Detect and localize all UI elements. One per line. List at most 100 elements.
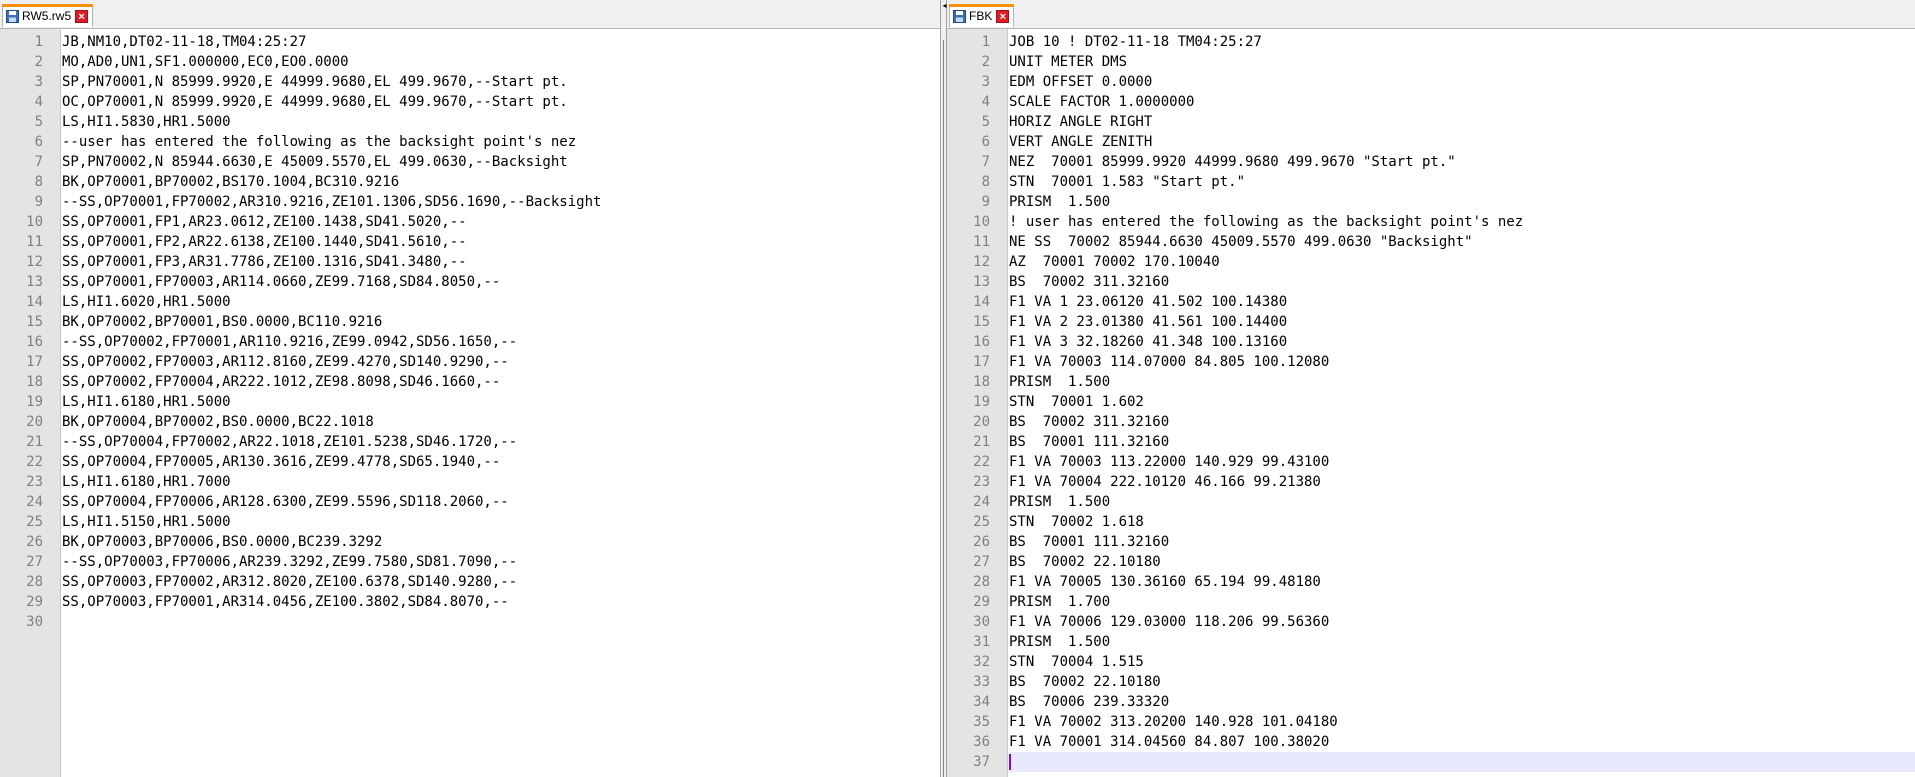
editor-line[interactable]: 12 SS,OP70001,FP3,AR31.7786,ZE100.1316,SD… xyxy=(0,252,940,272)
editor-line[interactable]: 4 SCALE FACTOR 1.0000000 xyxy=(947,92,1915,112)
editor-line[interactable]: 1 JOB 10 ! DT02-11-18 TM04:25:27 xyxy=(947,32,1915,52)
line-text[interactable]: STN 70004 1.515 xyxy=(1009,652,1915,672)
line-text[interactable]: SS,OP70001,FP2,AR22.6138,ZE100.1440,SD41… xyxy=(62,232,940,252)
right-text-editor[interactable]: 1 JOB 10 ! DT02-11-18 TM04:25:27 2 UNIT MET… xyxy=(947,29,1915,777)
editor-line[interactable]: 13 SS,OP70001,FP70003,AR114.0660,ZE99.716… xyxy=(0,272,940,292)
editor-line[interactable]: 11 SS,OP70001,FP2,AR22.6138,ZE100.1440,SD… xyxy=(0,232,940,252)
editor-line[interactable]: 26 BK,OP70003,BP70006,BS0.0000,BC239.3292 xyxy=(0,532,940,552)
editor-line[interactable]: 4 OC,OP70001,N 85999.9920,E 44999.9680,EL… xyxy=(0,92,940,112)
line-text[interactable]: SS,OP70001,FP1,AR23.0612,ZE100.1438,SD41… xyxy=(62,212,940,232)
editor-line[interactable]: 18 SS,OP70002,FP70004,AR222.1012,ZE98.809… xyxy=(0,372,940,392)
line-text[interactable]: SP,PN70001,N 85999.9920,E 44999.9680,EL … xyxy=(62,72,940,92)
editor-line[interactable]: 34 BS 70006 239.33320 xyxy=(947,692,1915,712)
line-text[interactable]: PRISM 1.500 xyxy=(1009,192,1915,212)
editor-line[interactable]: 15 BK,OP70002,BP70001,BS0.0000,BC110.9216 xyxy=(0,312,940,332)
line-text[interactable]: F1 VA 70001 314.04560 84.807 100.38020 xyxy=(1009,732,1915,752)
line-text[interactable]: BK,OP70004,BP70002,BS0.0000,BC22.1018 xyxy=(62,412,940,432)
editor-line[interactable]: 14 F1 VA 1 23.06120 41.502 100.14380 xyxy=(947,292,1915,312)
line-text[interactable]: F1 VA 3 32.18260 41.348 100.13160 xyxy=(1009,332,1915,352)
editor-line[interactable]: 7 NEZ 70001 85999.9920 44999.9680 499.967… xyxy=(947,152,1915,172)
line-text[interactable]: SP,PN70002,N 85944.6630,E 45009.5570,EL … xyxy=(62,152,940,172)
editor-line[interactable]: 22 F1 VA 70003 113.22000 140.929 99.43100 xyxy=(947,452,1915,472)
line-text[interactable]: BS 70002 311.32160 xyxy=(1009,272,1915,292)
line-text[interactable]: LS,HI1.6020,HR1.5000 xyxy=(62,292,940,312)
line-text[interactable]: JB,NM10,DT02-11-18,TM04:25:27 xyxy=(62,32,940,52)
line-text[interactable]: F1 VA 70004 222.10120 46.166 99.21380 xyxy=(1009,472,1915,492)
tab-fbk[interactable]: FBK × xyxy=(949,4,1015,27)
line-text[interactable]: F1 VA 2 23.01380 41.561 100.14400 xyxy=(1009,312,1915,332)
line-text[interactable]: AZ 70001 70002 170.10040 xyxy=(1009,252,1915,272)
tab-rw5[interactable]: RW5.rw5 × xyxy=(2,4,94,27)
editor-line[interactable]: 21 --SS,OP70004,FP70002,AR22.1018,ZE101.5… xyxy=(0,432,940,452)
editor-line[interactable]: 35 F1 VA 70002 313.20200 140.928 101.0418… xyxy=(947,712,1915,732)
line-text[interactable]: JOB 10 ! DT02-11-18 TM04:25:27 xyxy=(1009,32,1915,52)
line-text[interactable]: EDM OFFSET 0.0000 xyxy=(1009,72,1915,92)
editor-line[interactable]: 3 EDM OFFSET 0.0000 xyxy=(947,72,1915,92)
editor-line[interactable]: 30 xyxy=(0,612,940,632)
line-text[interactable]: PRISM 1.500 xyxy=(1009,372,1915,392)
line-text[interactable]: F1 VA 1 23.06120 41.502 100.14380 xyxy=(1009,292,1915,312)
editor-line[interactable]: 25 LS,HI1.5150,HR1.5000 xyxy=(0,512,940,532)
editor-line[interactable]: 11 NE SS 70002 85944.6630 45009.5570 499.… xyxy=(947,232,1915,252)
line-text[interactable]: SS,OP70004,FP70006,AR128.6300,ZE99.5596,… xyxy=(62,492,940,512)
line-text[interactable]: STN 70001 1.583 "Start pt." xyxy=(1009,172,1915,192)
editor-line[interactable]: 32 STN 70004 1.515 xyxy=(947,652,1915,672)
line-text[interactable]: SS,OP70003,FP70002,AR312.8020,ZE100.6378… xyxy=(62,572,940,592)
editor-line[interactable]: 8 STN 70001 1.583 "Start pt." xyxy=(947,172,1915,192)
left-text-editor[interactable]: 1 JB,NM10,DT02-11-18,TM04:25:27 2 MO,AD0,UN… xyxy=(0,29,940,777)
editor-line[interactable]: 16 F1 VA 3 32.18260 41.348 100.13160 xyxy=(947,332,1915,352)
line-text[interactable]: F1 VA 70006 129.03000 118.206 99.56360 xyxy=(1009,612,1915,632)
line-text[interactable]: --SS,OP70002,FP70001,AR110.9216,ZE99.094… xyxy=(62,332,940,352)
editor-line[interactable]: 26 BS 70001 111.32160 xyxy=(947,532,1915,552)
line-text[interactable]: BS 70001 111.32160 xyxy=(1009,532,1915,552)
line-text[interactable]: LS,HI1.5830,HR1.5000 xyxy=(62,112,940,132)
splitter-grip[interactable] xyxy=(943,40,944,777)
editor-line[interactable]: 27 --SS,OP70003,FP70006,AR239.3292,ZE99.7… xyxy=(0,552,940,572)
editor-line[interactable]: 2 MO,AD0,UN1,SF1.000000,EC0,EO0.0000 xyxy=(0,52,940,72)
line-text[interactable]: LS,HI1.6180,HR1.7000 xyxy=(62,472,940,492)
line-text[interactable]: SS,OP70002,FP70004,AR222.1012,ZE98.8098,… xyxy=(62,372,940,392)
line-text[interactable]: PRISM 1.700 xyxy=(1009,592,1915,612)
editor-line[interactable]: 5 LS,HI1.5830,HR1.5000 xyxy=(0,112,940,132)
editor-line[interactable]: 2 UNIT METER DMS xyxy=(947,52,1915,72)
editor-line[interactable]: 6 --user has entered the following as the… xyxy=(0,132,940,152)
editor-line[interactable]: 15 F1 VA 2 23.01380 41.561 100.14400 xyxy=(947,312,1915,332)
line-text[interactable] xyxy=(1009,752,1915,772)
editor-line[interactable]: 13 BS 70002 311.32160 xyxy=(947,272,1915,292)
line-text[interactable]: STN 70001 1.602 xyxy=(1009,392,1915,412)
line-text[interactable]: BS 70002 22.10180 xyxy=(1009,552,1915,572)
line-text[interactable]: HORIZ ANGLE RIGHT xyxy=(1009,112,1915,132)
editor-line[interactable]: 21 BS 70001 111.32160 xyxy=(947,432,1915,452)
editor-line[interactable]: 14 LS,HI1.6020,HR1.5000 xyxy=(0,292,940,312)
line-text[interactable]: BK,OP70002,BP70001,BS0.0000,BC110.9216 xyxy=(62,312,940,332)
line-text[interactable]: SS,OP70001,FP70003,AR114.0660,ZE99.7168,… xyxy=(62,272,940,292)
editor-line[interactable]: 19 LS,HI1.6180,HR1.5000 xyxy=(0,392,940,412)
line-text[interactable]: MO,AD0,UN1,SF1.000000,EC0,EO0.0000 xyxy=(62,52,940,72)
editor-line[interactable]: 20 BK,OP70004,BP70002,BS0.0000,BC22.1018 xyxy=(0,412,940,432)
line-text[interactable]: --user has entered the following as the … xyxy=(62,132,940,152)
editor-line[interactable]: 30 F1 VA 70006 129.03000 118.206 99.56360 xyxy=(947,612,1915,632)
line-text[interactable]: VERT ANGLE ZENITH xyxy=(1009,132,1915,152)
editor-line[interactable]: 1 JB,NM10,DT02-11-18,TM04:25:27 xyxy=(0,32,940,52)
line-text[interactable]: OC,OP70001,N 85999.9920,E 44999.9680,EL … xyxy=(62,92,940,112)
line-text[interactable]: --SS,OP70004,FP70002,AR22.1018,ZE101.523… xyxy=(62,432,940,452)
line-text[interactable]: BS 70006 239.33320 xyxy=(1009,692,1915,712)
line-text[interactable]: F1 VA 70003 114.07000 84.805 100.12080 xyxy=(1009,352,1915,372)
editor-line[interactable]: 6 VERT ANGLE ZENITH xyxy=(947,132,1915,152)
line-text[interactable]: --SS,OP70001,FP70002,AR310.9216,ZE101.13… xyxy=(62,192,940,212)
line-text[interactable]: F1 VA 70005 130.36160 65.194 99.48180 xyxy=(1009,572,1915,592)
line-text[interactable]: SS,OP70002,FP70003,AR112.8160,ZE99.4270,… xyxy=(62,352,940,372)
editor-line[interactable]: 17 SS,OP70002,FP70003,AR112.8160,ZE99.427… xyxy=(0,352,940,372)
line-text[interactable]: ! user has entered the following as the … xyxy=(1009,212,1915,232)
line-text[interactable]: STN 70002 1.618 xyxy=(1009,512,1915,532)
line-text[interactable]: BS 70002 311.32160 xyxy=(1009,412,1915,432)
line-text[interactable]: BS 70002 22.10180 xyxy=(1009,672,1915,692)
editor-line[interactable]: 23 F1 VA 70004 222.10120 46.166 99.21380 xyxy=(947,472,1915,492)
editor-line[interactable]: 25 STN 70002 1.618 xyxy=(947,512,1915,532)
editor-line[interactable]: 17 F1 VA 70003 114.07000 84.805 100.12080 xyxy=(947,352,1915,372)
line-text[interactable]: F1 VA 70002 313.20200 140.928 101.04180 xyxy=(1009,712,1915,732)
editor-line[interactable]: 29 PRISM 1.700 xyxy=(947,592,1915,612)
line-text[interactable]: SS,OP70004,FP70005,AR130.3616,ZE99.4778,… xyxy=(62,452,940,472)
line-text[interactable]: LS,HI1.6180,HR1.5000 xyxy=(62,392,940,412)
editor-line[interactable]: 8 BK,OP70001,BP70002,BS170.1004,BC310.921… xyxy=(0,172,940,192)
